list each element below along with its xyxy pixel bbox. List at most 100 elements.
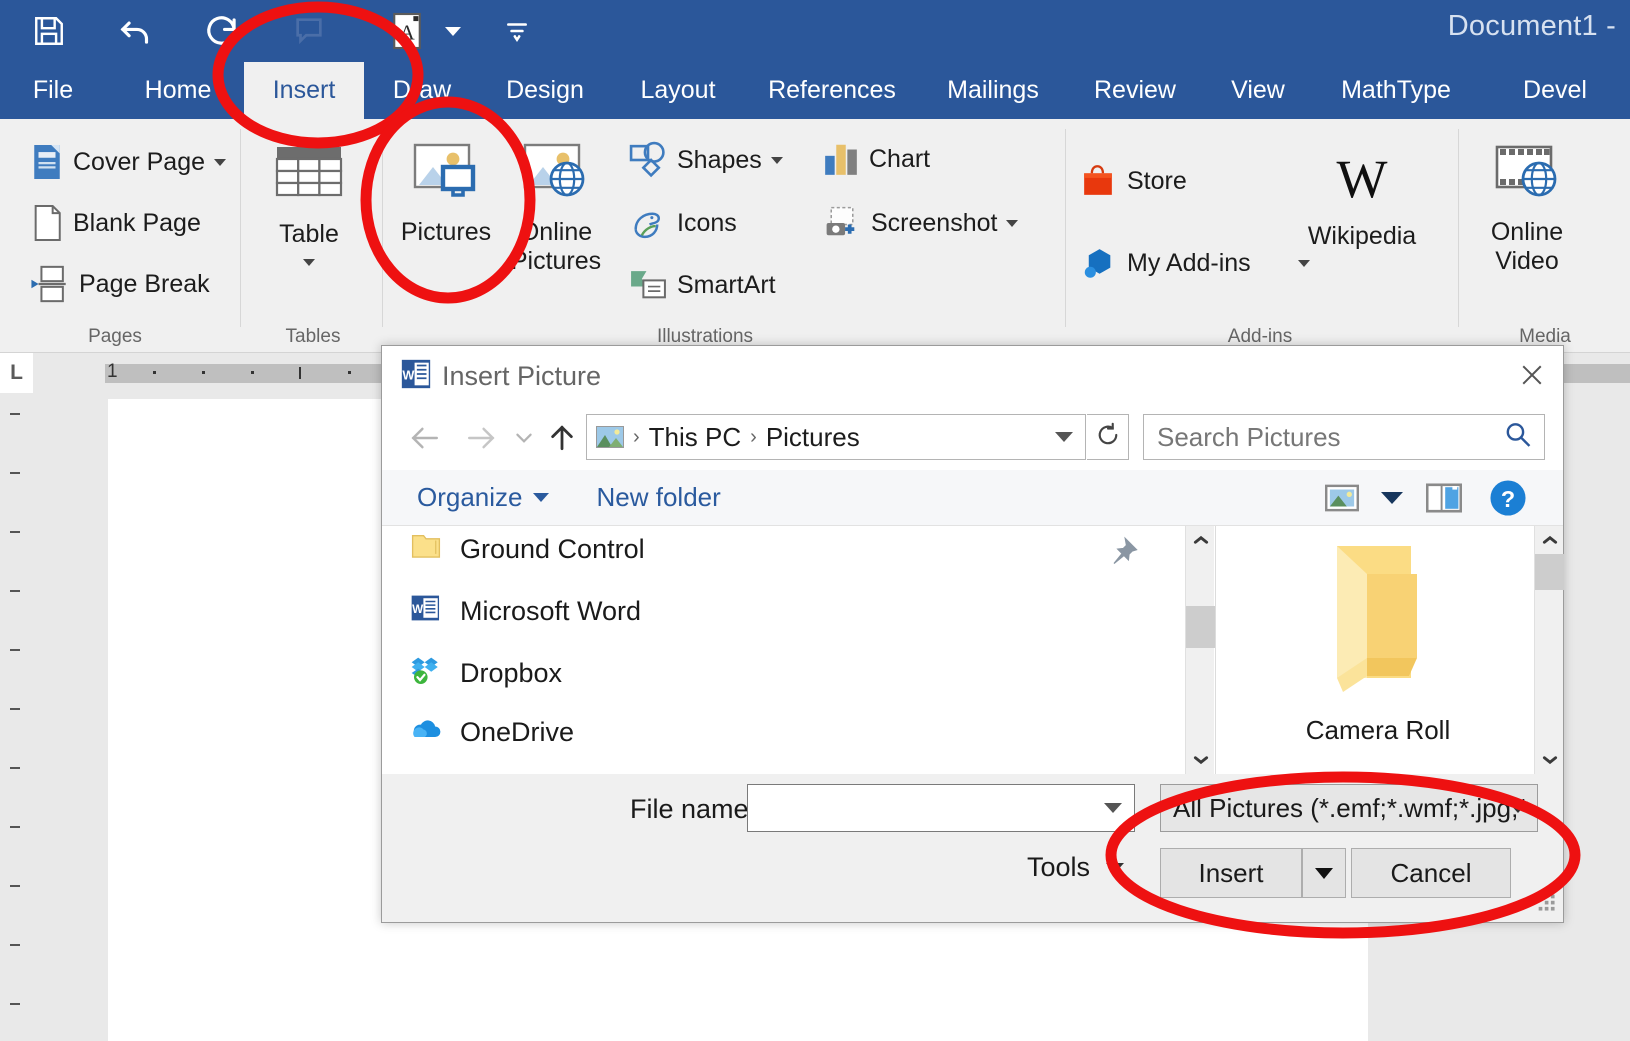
breadcrumb[interactable]: › This PC › Pictures xyxy=(586,414,1086,460)
online-pictures-icon xyxy=(523,143,589,211)
page-break-button[interactable]: Page Break xyxy=(30,264,210,304)
chart-button[interactable]: Chart xyxy=(822,141,930,177)
print-preview-caret-icon[interactable] xyxy=(438,3,468,59)
tools-button[interactable]: Tools xyxy=(1027,852,1125,883)
wikipedia-button[interactable]: W Wikipedia xyxy=(1300,147,1424,251)
cover-page-button[interactable]: Cover Page xyxy=(30,142,227,182)
organize-button[interactable]: Organize xyxy=(417,482,549,513)
forward-icon[interactable] xyxy=(460,418,502,458)
scroll-up-icon[interactable] xyxy=(1535,526,1564,554)
change-view-caret-icon[interactable] xyxy=(1377,484,1407,512)
shapes-caret-icon[interactable] xyxy=(770,156,783,164)
comment-icon[interactable] xyxy=(278,3,340,59)
tools-caret-icon[interactable] xyxy=(1106,862,1125,873)
breadcrumb-caret-icon[interactable] xyxy=(1055,432,1073,442)
scrollbar-thumb[interactable] xyxy=(1535,554,1564,590)
scrollbar-thumb[interactable] xyxy=(1186,606,1215,648)
screenshot-caret-icon[interactable] xyxy=(1006,219,1019,227)
help-button[interactable]: ? xyxy=(1487,478,1529,518)
tab-insert[interactable]: Insert xyxy=(244,62,364,119)
icons-label: Icons xyxy=(677,208,737,237)
file-name-caret-icon[interactable] xyxy=(1104,803,1122,813)
tab-review[interactable]: Review xyxy=(1082,62,1188,119)
cover-page-icon xyxy=(30,142,64,182)
refresh-icon xyxy=(1095,422,1121,453)
my-addins-caret-icon[interactable] xyxy=(1297,259,1310,267)
smartart-button[interactable]: SmartArt xyxy=(628,266,776,304)
save-icon[interactable] xyxy=(18,3,80,59)
table-button[interactable]: Table xyxy=(250,145,368,266)
dialog-footer: File name: All Pictures (*.emf;*.wmf;*.j… xyxy=(382,774,1563,922)
vertical-ruler[interactable] xyxy=(0,399,33,1041)
blank-page-button[interactable]: Blank Page xyxy=(30,203,201,243)
redo-icon[interactable] xyxy=(192,3,254,59)
nav-item-microsoft-word[interactable]: W Microsoft Word xyxy=(410,593,641,630)
new-folder-button[interactable]: New folder xyxy=(597,482,721,513)
scroll-down-icon[interactable] xyxy=(1186,746,1215,774)
store-button[interactable]: Store xyxy=(1078,161,1187,201)
navigation-pane-scrollbar[interactable] xyxy=(1185,526,1215,774)
resize-grip-icon[interactable] xyxy=(1535,891,1557,918)
search-icon[interactable] xyxy=(1504,421,1532,454)
customize-qat-icon[interactable] xyxy=(486,3,548,59)
cover-page-caret-icon[interactable] xyxy=(214,158,227,166)
svg-text:W: W xyxy=(1337,149,1388,209)
undo-icon[interactable] xyxy=(106,3,168,59)
tab-layout[interactable]: Layout xyxy=(627,62,729,119)
up-icon[interactable] xyxy=(544,418,580,458)
file-pane-scrollbar[interactable] xyxy=(1534,526,1564,774)
shapes-label: Shapes xyxy=(677,145,762,174)
pictures-button[interactable]: Pictures xyxy=(390,143,502,247)
file-type-caret-icon[interactable] xyxy=(1509,803,1527,813)
tab-draw[interactable]: Draw xyxy=(380,62,464,119)
file-type-filter-dropdown[interactable]: All Pictures (*.emf;*.wmf;*.jpg;* xyxy=(1160,784,1538,832)
tab-mailings[interactable]: Mailings xyxy=(932,62,1054,119)
tab-design[interactable]: Design xyxy=(492,62,598,119)
cancel-button[interactable]: Cancel xyxy=(1351,848,1511,898)
tab-stop-selector[interactable]: L xyxy=(0,353,33,393)
tab-references[interactable]: References xyxy=(760,62,904,119)
organize-caret-icon[interactable] xyxy=(532,493,549,502)
search-input[interactable]: Search Pictures xyxy=(1143,414,1545,460)
folder-icon xyxy=(1319,532,1437,709)
breadcrumb-item-this-pc[interactable]: This PC xyxy=(649,422,741,453)
insert-dropdown-button[interactable] xyxy=(1302,848,1346,898)
online-video-icon xyxy=(1493,143,1561,211)
wikipedia-label: Wikipedia xyxy=(1307,222,1417,251)
refresh-button[interactable] xyxy=(1087,414,1129,460)
tab-mathtype[interactable]: MathType xyxy=(1328,62,1464,119)
tab-home[interactable]: Home xyxy=(130,62,226,119)
tab-developer[interactable]: Devel xyxy=(1500,62,1610,119)
print-preview-icon[interactable]: A xyxy=(376,3,438,59)
preview-pane-button[interactable] xyxy=(1422,479,1466,517)
icons-button[interactable]: Icons xyxy=(628,204,737,242)
my-addins-button[interactable]: My Add-ins xyxy=(1078,243,1310,283)
file-item-camera-roll[interactable]: Camera Roll xyxy=(1278,532,1478,746)
online-pictures-label-1: Online xyxy=(519,218,593,247)
back-icon[interactable] xyxy=(404,418,446,458)
breadcrumb-item-pictures[interactable]: Pictures xyxy=(766,422,860,453)
screenshot-button[interactable]: Screenshot xyxy=(822,204,1019,242)
scroll-down-icon[interactable] xyxy=(1535,746,1564,774)
online-pictures-button[interactable]: Online Pictures xyxy=(500,143,612,275)
close-icon[interactable] xyxy=(1501,346,1563,404)
tab-file[interactable]: File xyxy=(22,62,84,119)
page-break-label: Page Break xyxy=(79,269,210,298)
shapes-button[interactable]: Shapes xyxy=(628,141,783,179)
nav-item-ground-control[interactable]: Ground Control xyxy=(410,532,645,567)
scroll-up-icon[interactable] xyxy=(1186,526,1215,554)
file-list-pane[interactable]: Camera Roll xyxy=(1215,526,1563,774)
breadcrumb-separator-2: › xyxy=(750,425,757,448)
insert-button[interactable]: Insert xyxy=(1160,848,1302,898)
change-view-button[interactable] xyxy=(1320,480,1364,516)
online-video-button[interactable]: Online Video xyxy=(1462,143,1592,275)
file-name-input[interactable] xyxy=(747,784,1135,832)
nav-item-onedrive[interactable]: OneDrive xyxy=(410,716,574,749)
nav-item-label: Ground Control xyxy=(460,534,645,564)
pin-icon[interactable] xyxy=(1109,536,1139,571)
file-type-filter-value: All Pictures (*.emf;*.wmf;*.jpg;* xyxy=(1173,792,1529,823)
nav-item-dropbox[interactable]: Dropbox xyxy=(410,655,562,692)
table-caret-icon[interactable] xyxy=(303,258,315,266)
recent-locations-caret-icon[interactable] xyxy=(510,424,538,452)
tab-view[interactable]: View xyxy=(1222,62,1294,119)
